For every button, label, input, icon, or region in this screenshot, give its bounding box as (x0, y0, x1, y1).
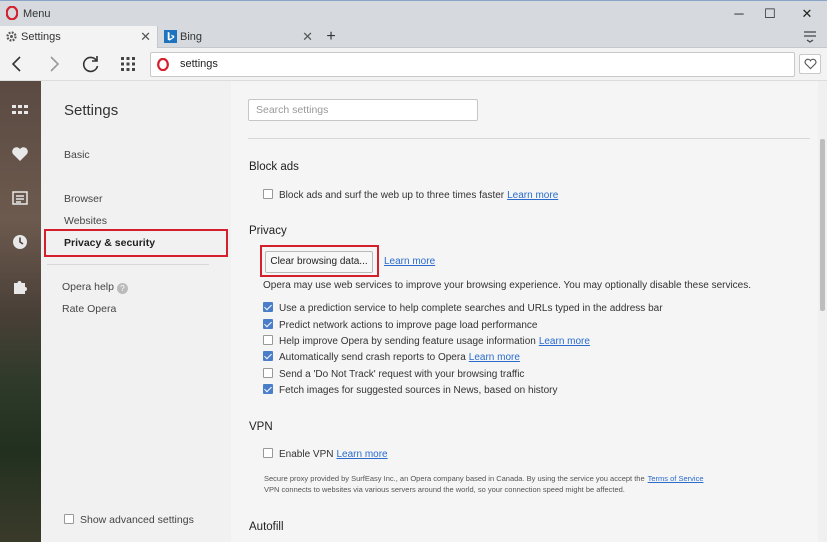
option-label: Send a 'Do Not Track' request with your … (279, 369, 525, 380)
checkbox[interactable] (263, 368, 273, 378)
maximize-button[interactable]: ☐ (755, 4, 785, 24)
divider (248, 138, 810, 139)
help-icon: ? (116, 283, 128, 294)
tab-menu-icon[interactable] (803, 29, 817, 43)
forward-icon[interactable] (44, 54, 64, 74)
tab-close-icon[interactable]: ✕ (302, 26, 313, 48)
opera-logo-icon (157, 58, 169, 71)
vpn-note-text: Secure proxy provided by SurfEasy Inc., … (264, 474, 645, 483)
speed-dial-icon[interactable] (118, 54, 138, 74)
extensions-icon[interactable] (11, 277, 29, 295)
tab-label: Settings (21, 31, 61, 43)
option-label: Help improve Opera by sending feature us… (279, 336, 536, 347)
back-icon[interactable] (7, 54, 27, 74)
block-ads-checkbox[interactable] (263, 189, 273, 199)
privacy-option[interactable]: Automatically send crash reports to Oper… (263, 351, 520, 365)
block-ads-title: Block ads (249, 161, 299, 173)
nav-divider (47, 264, 209, 265)
heart-icon[interactable] (11, 145, 29, 163)
terms-of-service-link[interactable]: Terms of Service (648, 474, 704, 483)
tab-settings[interactable]: Settings ✕ (0, 26, 158, 48)
learn-more-link[interactable]: Learn more (384, 256, 435, 267)
tab-bing[interactable]: Bing ✕ (159, 26, 319, 48)
learn-more-link[interactable]: Learn more (469, 352, 520, 363)
vpn-title: VPN (249, 421, 273, 433)
speed-dial-icon[interactable] (11, 101, 29, 119)
option-label: Use a prediction service to help complet… (279, 303, 663, 314)
search-input[interactable]: Search settings (248, 99, 478, 121)
learn-more-link[interactable]: Learn more (539, 336, 590, 347)
privacy-option[interactable]: Send a 'Do Not Track' request with your … (263, 368, 524, 382)
tab-bar: Settings ✕ Bing ✕ (0, 26, 827, 48)
reload-icon[interactable] (81, 54, 101, 74)
option-label: Predict network actions to improve page … (279, 320, 538, 331)
advanced-label: Show advanced settings (80, 514, 194, 526)
bing-icon (164, 30, 177, 43)
nav-item-websites[interactable]: Websites (64, 215, 107, 227)
sidebar (0, 81, 41, 542)
checkbox[interactable] (263, 335, 273, 345)
vpn-checkbox[interactable] (263, 448, 273, 458)
privacy-option[interactable]: Predict network actions to improve page … (263, 319, 537, 333)
gear-icon (6, 31, 17, 42)
checkbox[interactable] (263, 384, 273, 394)
nav-item-basic[interactable]: Basic (64, 149, 90, 161)
new-tab-button[interactable]: + (321, 26, 341, 48)
opera-help-label: Opera help (62, 281, 114, 293)
opera-logo-icon[interactable] (6, 6, 18, 20)
checkbox[interactable] (263, 351, 273, 361)
history-icon[interactable] (11, 233, 29, 251)
learn-more-link[interactable]: Learn more (507, 190, 558, 201)
tab-label: Bing (180, 31, 203, 43)
page-title: Settings (64, 102, 119, 119)
privacy-option[interactable]: Help improve Opera by sending feature us… (263, 335, 590, 349)
address-toolbar: settings (0, 48, 827, 81)
news-icon[interactable] (11, 189, 29, 207)
advanced-checkbox[interactable] (64, 514, 74, 524)
nav-item-browser[interactable]: Browser (64, 193, 103, 205)
scrollbar-thumb[interactable] (820, 139, 825, 311)
menu-button[interactable]: Menu (23, 8, 51, 20)
url-text: settings (180, 58, 218, 70)
checkbox[interactable] (263, 319, 273, 329)
privacy-option[interactable]: Use a prediction service to help complet… (263, 302, 663, 316)
vpn-option[interactable]: Enable VPN Learn more (263, 448, 388, 462)
show-advanced-settings[interactable]: Show advanced settings (64, 514, 194, 526)
checkbox[interactable] (263, 302, 273, 312)
option-label: Block ads and surf the web up to three t… (279, 190, 505, 201)
minimize-button[interactable]: ─ (724, 4, 754, 24)
address-field[interactable]: settings (150, 52, 795, 77)
option-label: Enable VPN (279, 449, 334, 460)
option-label: Automatically send crash reports to Oper… (279, 352, 466, 363)
nav-item-opera-help[interactable]: Opera help? (62, 281, 128, 294)
autofill-title: Autofill (249, 521, 284, 533)
highlight-box (260, 245, 379, 277)
vpn-note: Secure proxy provided by SurfEasy Inc., … (264, 473, 704, 484)
tab-close-icon[interactable]: ✕ (140, 26, 151, 48)
vpn-note-line2: VPN connects to websites via various ser… (264, 485, 625, 494)
block-ads-option[interactable]: Block ads and surf the web up to three t… (263, 189, 558, 203)
nav-item-rate-opera[interactable]: Rate Opera (62, 303, 116, 315)
privacy-title: Privacy (249, 225, 287, 237)
option-label: Fetch images for suggested sources in Ne… (279, 385, 558, 396)
title-bar: Menu ─ ☐ ✕ (0, 0, 827, 26)
highlight-box (44, 229, 228, 257)
heart-icon (804, 58, 817, 70)
close-button[interactable]: ✕ (792, 4, 822, 24)
privacy-learn-more[interactable]: Learn more (381, 256, 435, 270)
bookmark-button[interactable] (799, 54, 821, 74)
settings-content: Search settings Block ads Block ads and … (231, 81, 818, 542)
privacy-option[interactable]: Fetch images for suggested sources in Ne… (263, 384, 557, 398)
scrollbar[interactable] (818, 81, 827, 542)
privacy-description: Opera may use web services to improve yo… (263, 280, 752, 291)
learn-more-link[interactable]: Learn more (336, 449, 387, 460)
settings-nav: Settings Basic Browser Websites Privacy … (41, 81, 231, 542)
